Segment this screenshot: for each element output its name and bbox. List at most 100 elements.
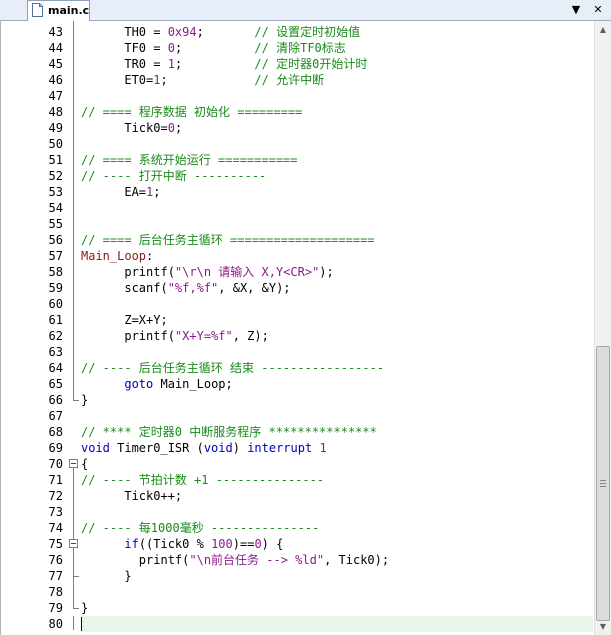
code-token: // 允许中断 — [254, 73, 325, 87]
code-line[interactable]: 58 printf("\r\n 请输入 X,Y<CR>"); — [1, 264, 594, 280]
code-token: Z=X+Y; — [81, 313, 168, 327]
line-number: 78 — [48, 585, 63, 599]
code-line[interactable]: 64 // ---- 后台任务主循环 结束 ----------------- — [1, 360, 594, 376]
code-text: // **** 定时器0 中断服务程序 *************** — [81, 424, 377, 440]
code-token: // ==== 系统开始运行 =========== — [81, 153, 298, 167]
code-line[interactable]: 66} — [1, 392, 594, 408]
code-line[interactable]: 55 — [1, 216, 594, 232]
fold-toggle-icon[interactable] — [69, 539, 78, 548]
code-line[interactable]: 73 — [1, 504, 594, 520]
code-token: ; — [160, 73, 255, 87]
code-line[interactable]: 63 — [1, 344, 594, 360]
code-text: goto Main_Loop; — [81, 376, 232, 392]
line-number: 74 — [48, 521, 63, 535]
code-token: // ---- 每1000毫秒 --------------- — [81, 521, 320, 535]
vertical-scrollbar[interactable]: ▲ ▼ — [594, 21, 611, 635]
code-line[interactable]: 62 printf("X+Y=%f", Z); — [1, 328, 594, 344]
line-number: 59 — [48, 281, 63, 295]
line-number: 67 — [48, 409, 63, 423]
code-line[interactable]: 71 // ---- 节拍计数 +1 --------------- — [1, 472, 594, 488]
scrollbar-thumb[interactable] — [596, 346, 610, 621]
code-text: scanf("%f,%f", &X, &Y); — [81, 280, 290, 296]
code-line[interactable]: 50 — [1, 136, 594, 152]
line-number: 65 — [48, 377, 63, 391]
scroll-down-arrow-icon[interactable]: ▼ — [595, 618, 611, 635]
code-line[interactable]: 68 // **** 定时器0 中断服务程序 *************** — [1, 424, 594, 440]
line-number: 44 — [48, 41, 63, 55]
code-token: ET0= — [81, 73, 154, 87]
code-token: goto — [124, 377, 154, 391]
code-line[interactable]: 49 Tick0=0; — [1, 120, 594, 136]
code-token: } — [81, 569, 132, 583]
code-line[interactable]: 72 Tick0++; — [1, 488, 594, 504]
line-number: 56 — [48, 233, 63, 247]
code-line[interactable]: 61 Z=X+Y; — [1, 312, 594, 328]
code-line[interactable]: 51 // ==== 系统开始运行 =========== — [1, 152, 594, 168]
line-number: 69 — [48, 441, 63, 455]
line-number: 62 — [48, 329, 63, 343]
code-line[interactable]: 44 TF0 = 0; // 清除TF0标志 — [1, 40, 594, 56]
code-token: { — [81, 457, 89, 471]
fold-end-marker — [73, 576, 79, 577]
code-token: 100 — [211, 537, 233, 551]
code-line[interactable]: 54 — [1, 200, 594, 216]
code-token: TH0 = — [81, 25, 168, 39]
code-line[interactable]: 43 TH0 = 0x94; // 设置定时初始值 — [1, 24, 594, 40]
code-line[interactable]: 48 // ==== 程序数据 初始化 ========= — [1, 104, 594, 120]
code-text: Main_Loop: — [81, 248, 153, 264]
code-token: ; — [196, 25, 255, 39]
code-line[interactable]: 77 } — [1, 568, 594, 584]
code-token: : — [146, 249, 154, 263]
code-line[interactable]: 74 // ---- 每1000毫秒 --------------- — [1, 520, 594, 536]
code-text: printf("X+Y=%f", Z); — [81, 328, 269, 344]
tab-title: main.c — [48, 4, 90, 17]
code-text: // ---- 打开中断 ---------- — [81, 168, 266, 184]
code-token: // ---- 后台任务主循环 结束 ----------------- — [81, 361, 385, 375]
tab-main-c[interactable]: main.c — [27, 0, 90, 21]
code-token: // ---- 节拍计数 +1 --------------- — [81, 473, 325, 487]
code-token: if — [124, 537, 139, 551]
chevron-down-icon[interactable]: ▼ — [568, 2, 584, 18]
code-line[interactable]: 69 void Timer0_ISR (void) interrupt 1 — [1, 440, 594, 456]
fold-guide — [73, 616, 74, 630]
line-number: 79 — [48, 601, 63, 615]
line-number: 48 — [48, 105, 63, 119]
code-line[interactable]: 57 Main_Loop: — [1, 248, 594, 264]
code-token: // 定时器0开始计时 — [254, 57, 368, 71]
code-text: } — [81, 600, 88, 616]
code-line[interactable]: 76 printf("\n前台任务 --> %ld", Tick0); — [1, 552, 594, 568]
code-editor[interactable]: 43 TH0 = 0x94; // 设置定时初始值 44 TF0 = 0; // … — [0, 21, 594, 635]
code-token: ) { — [261, 537, 284, 551]
code-line[interactable]: 75 if((Tick0 % 100)==0) { — [1, 536, 594, 552]
code-token: 0 — [167, 121, 175, 135]
code-line[interactable]: 56 // ==== 后台任务主循环 ==================== — [1, 232, 594, 248]
scroll-up-arrow-icon[interactable]: ▲ — [595, 21, 611, 38]
line-number: 50 — [48, 137, 63, 151]
code-line[interactable]: 79} — [1, 600, 594, 616]
code-token: 0 — [254, 537, 262, 551]
code-line[interactable]: 65 goto Main_Loop; — [1, 376, 594, 392]
code-line[interactable]: 59 scanf("%f,%f", &X, &Y); — [1, 280, 594, 296]
code-line[interactable]: 78 — [1, 584, 594, 600]
code-text: EA=1; — [81, 184, 160, 200]
line-number: 61 — [48, 313, 63, 327]
code-text: printf("\r\n 请输入 X,Y<CR>"); — [81, 264, 333, 280]
code-line[interactable]: 52 // ---- 打开中断 ---------- — [1, 168, 594, 184]
close-icon[interactable]: ✕ — [590, 2, 606, 18]
line-number: 80 — [48, 617, 63, 631]
code-token: "%f,%f" — [167, 281, 219, 295]
code-line[interactable]: 53 EA=1; — [1, 184, 594, 200]
code-token: printf( — [81, 329, 175, 343]
code-line[interactable]: 46 ET0=1; // 允许中断 — [1, 72, 594, 88]
code-line[interactable]: 67 — [1, 408, 594, 424]
code-line[interactable]: 60 — [1, 296, 594, 312]
fold-toggle-icon[interactable] — [69, 459, 78, 468]
code-token: , Tick0); — [324, 553, 390, 567]
code-line[interactable]: 47 — [1, 88, 594, 104]
code-line[interactable]: 70 { — [1, 456, 594, 472]
code-token: "\n前台任务 --> %ld" — [189, 553, 325, 567]
code-text: } — [81, 392, 88, 408]
code-line[interactable]: 45 TR0 = 1; // 定时器0开始计时 — [1, 56, 594, 72]
code-line[interactable]: 80 — [1, 616, 594, 632]
document-icon — [32, 3, 43, 17]
